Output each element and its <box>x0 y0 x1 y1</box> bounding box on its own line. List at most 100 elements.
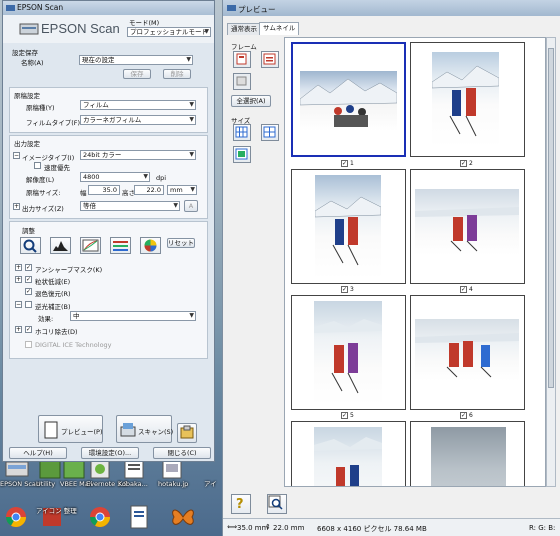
frame-tool-1-button[interactable] <box>233 51 251 68</box>
delete-settings-button[interactable]: 削除 <box>163 69 191 79</box>
vertical-scrollbar[interactable] <box>546 37 556 487</box>
close-button[interactable]: 閉じる(C) <box>153 447 211 459</box>
effect-select[interactable]: 中 ▼ <box>70 311 196 321</box>
original-settings-label: 原稿設定 <box>14 92 40 100</box>
thumbnail-checkbox[interactable]: ✓ <box>341 412 348 419</box>
help-button[interactable]: ヘルプ(H) <box>9 447 67 459</box>
resolution-select[interactable]: 4800 ▼ <box>80 172 150 182</box>
help-tool-button[interactable]: ? <box>231 494 251 514</box>
color-restore-checkbox[interactable]: ✓ <box>25 288 32 295</box>
epson-header: EPSON Scan モード(M) プロフェッショナルモード ▼ <box>3 15 214 43</box>
dust-checkbox[interactable]: ✓ <box>25 326 32 333</box>
thumbnail-caption-2[interactable]: ✓ 2 <box>460 160 473 167</box>
grain-checkbox[interactable]: ✓ <box>25 276 32 283</box>
image-type-expander[interactable]: − <box>13 152 20 159</box>
backlight-checkbox[interactable] <box>25 301 32 308</box>
width-input[interactable]: 35.0 <box>88 185 120 195</box>
width-value: 35.0 <box>102 186 117 194</box>
output-size-select[interactable]: 等倍 ▼ <box>80 201 180 211</box>
butterfly-desktop-icon[interactable] <box>170 505 204 536</box>
mode-label: モード(M) <box>129 19 160 27</box>
tone-curve-button[interactable] <box>80 237 101 254</box>
epson-scan-window: EPSON Scan EPSON Scan モード(M) プロフェッショナルモー… <box>2 0 215 462</box>
thumbnail-caption-1[interactable]: ✓ 1 <box>341 160 354 167</box>
size-large-button[interactable] <box>233 146 251 163</box>
scrollbar-thumb[interactable] <box>548 48 554 388</box>
chrome-desktop-icon[interactable] <box>88 505 122 536</box>
environment-settings-button[interactable]: 環境設定(O)... <box>81 447 139 459</box>
dust-expander[interactable]: + <box>15 326 22 333</box>
frame-tool-3-button[interactable] <box>233 73 251 90</box>
frame-tool-2-button[interactable] <box>261 51 279 68</box>
mode-select[interactable]: プロフェッショナルモード ▼ <box>127 27 211 37</box>
configure-button[interactable] <box>177 423 197 443</box>
thumbnail-checkbox[interactable]: ✓ <box>460 286 467 293</box>
zoom-icon <box>268 495 283 510</box>
thumbnail-caption-5[interactable]: ✓ 5 <box>341 412 354 419</box>
image-type-select[interactable]: 24bit カラー ▼ <box>80 150 196 160</box>
output-size-aux-button[interactable]: A <box>184 200 198 212</box>
tab-thumbnail[interactable]: サムネイル <box>259 22 300 35</box>
output-size-expander[interactable]: + <box>13 203 20 210</box>
chevron-down-icon: ▼ <box>189 101 194 108</box>
thumbnail-frame-5[interactable] <box>291 295 406 410</box>
thumbnail-frame-8[interactable] <box>410 421 525 486</box>
thumbnail-frame-3[interactable] <box>291 169 406 284</box>
doc-type-label: 原稿種(Y) <box>26 104 55 112</box>
size-small-button[interactable] <box>233 124 251 141</box>
backlight-expander[interactable]: − <box>15 301 22 308</box>
save-settings-button[interactable]: 保存 <box>123 69 151 79</box>
speed-priority-checkbox[interactable] <box>34 162 41 169</box>
status-height: 22.0 mm <box>273 524 305 532</box>
thumbnail-checkbox[interactable]: ✓ <box>341 160 348 167</box>
chevron-down-icon: ▼ <box>189 116 194 123</box>
height-input[interactable]: 22.0 <box>134 185 164 195</box>
unsharp-expander[interactable]: + <box>15 264 22 271</box>
preview-button[interactable]: プレビュー(P) <box>38 415 103 443</box>
desktop-icon-label: アイ <box>204 480 217 488</box>
preview-app-icon <box>227 4 236 14</box>
preview-icon <box>44 421 58 439</box>
thumbnail-caption-6[interactable]: ✓ 6 <box>460 412 473 419</box>
thumbnail-checkbox[interactable]: ✓ <box>460 160 467 167</box>
color-palette-button[interactable] <box>140 237 161 254</box>
thumbnail-checkbox[interactable]: ✓ <box>341 286 348 293</box>
zoom-tool-button[interactable] <box>267 494 287 514</box>
reset-button[interactable]: リセット <box>167 238 195 248</box>
scan-button[interactable]: スキャン(S) <box>116 415 173 443</box>
sliders-icon <box>113 241 128 251</box>
thumbnail-number: 4 <box>469 286 473 293</box>
thumbnail-frame-2[interactable] <box>410 42 525 157</box>
mode-value: プロフェッショナルモード <box>130 28 208 36</box>
doc-type-value: フィルム <box>83 101 109 109</box>
thumbnail-caption-3[interactable]: ✓ 3 <box>341 286 354 293</box>
thumbnail-checkbox[interactable]: ✓ <box>460 412 467 419</box>
size-medium-button[interactable] <box>261 124 279 141</box>
ice-checkbox[interactable] <box>25 341 32 348</box>
image-type-label: イメージタイプ(I) <box>22 154 75 162</box>
histogram-button[interactable] <box>50 237 71 254</box>
film-type-select[interactable]: カラーネガフィルム ▼ <box>80 115 196 125</box>
frame-auto-icon <box>236 53 247 65</box>
unsharp-label: アンシャープマスク(K) <box>35 266 103 274</box>
thumbnail-frame-1[interactable] <box>291 42 406 157</box>
status-rgb: R: G: B: <box>529 524 556 532</box>
select-all-button[interactable]: 全選択(A) <box>231 95 271 107</box>
thumbnail-frame-7[interactable] <box>291 421 406 486</box>
thumbnail-frame-6[interactable] <box>410 295 525 410</box>
settings-name-select[interactable]: 現在の設定 ▼ <box>79 55 193 65</box>
thumbnail-frame-4[interactable] <box>410 169 525 284</box>
unsharp-checkbox[interactable]: ✓ <box>25 264 32 271</box>
histogram-adjust-button[interactable] <box>20 237 41 254</box>
tab-normal-view[interactable]: 通常表示 <box>227 23 261 35</box>
thumbnail-number: 6 <box>469 412 473 419</box>
doc-type-select[interactable]: フィルム ▼ <box>80 100 196 110</box>
chrome-desktop-icon[interactable] <box>4 505 38 536</box>
grain-expander[interactable]: + <box>15 276 22 283</box>
thumbnail-caption-4[interactable]: ✓ 4 <box>460 286 473 293</box>
size-unit-select[interactable]: mm ▼ <box>167 185 197 195</box>
image-adjust-button[interactable] <box>110 237 131 254</box>
output-size-value: 等倍 <box>83 202 96 210</box>
document-desktop-icon[interactable] <box>128 505 162 536</box>
chevron-down-icon: ▼ <box>186 56 191 63</box>
